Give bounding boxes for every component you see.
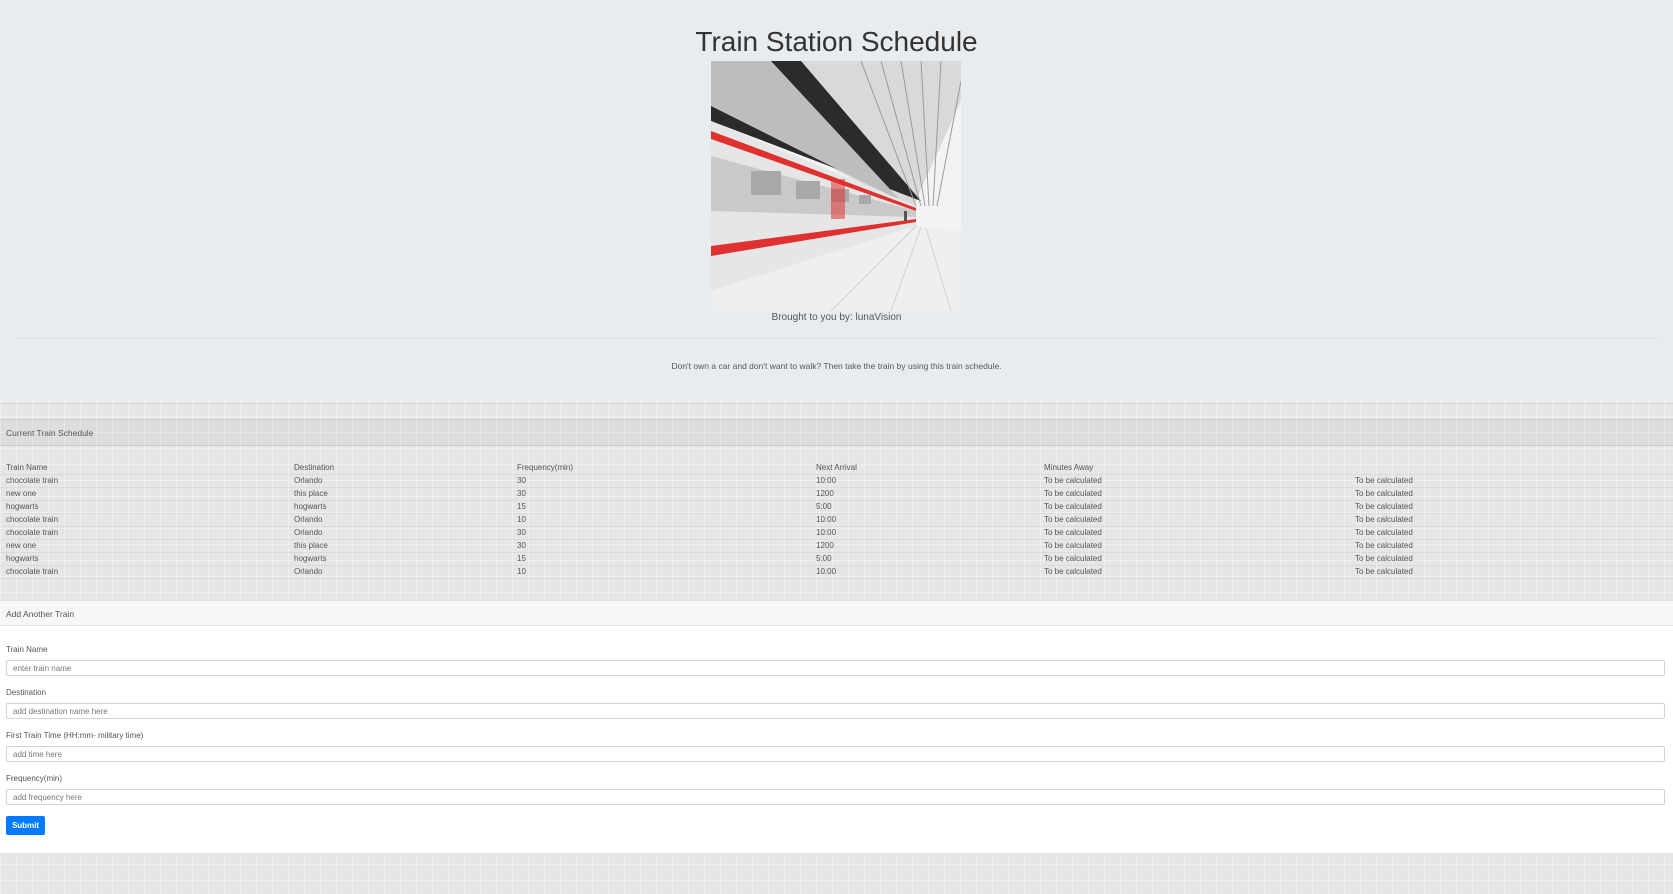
column-header: Minutes Away (1044, 463, 1094, 472)
table-cell: 10 (517, 567, 526, 576)
table-cell: 10:00 (816, 476, 837, 485)
table-row: hogwarts hogwarts 15 5:00 To be calculat… (0, 553, 1673, 566)
jumbotron: Train Station Schedule Brought to you by… (0, 0, 1673, 404)
table-cell: new one (6, 489, 37, 498)
table-row: hogwarts hogwarts 15 5:00 To be calculat… (0, 501, 1673, 514)
train-name-input[interactable] (6, 660, 1665, 676)
table-cell: To be calculated (1355, 502, 1413, 511)
table-cell: Orlando (294, 567, 323, 576)
table-cell: 1200 (816, 541, 834, 550)
table-header-row: Train Name Destination Frequency(min) Ne… (0, 462, 1673, 475)
frequency-input[interactable] (6, 789, 1665, 805)
table-cell: chocolate train (6, 515, 59, 524)
table-cell: 10:00 (816, 528, 837, 537)
table-cell: new one (6, 541, 37, 550)
table-cell: 1200 (816, 489, 834, 498)
table-cell: To be calculated (1044, 502, 1102, 511)
first-train-time-label: First Train Time (HH:mm- military time) (6, 731, 144, 740)
column-header: Next Arrival (816, 463, 857, 472)
table-cell: 30 (517, 528, 526, 537)
train-photo-graphic (711, 61, 961, 311)
column-header: Destination (294, 463, 335, 472)
credit-text: Brought to you by: lunaVision (771, 312, 902, 323)
column-header: Frequency(min) (517, 463, 574, 472)
table-cell: hogwarts (6, 554, 39, 563)
add-train-card: Add Another Train Train Name Destination… (0, 600, 1673, 854)
table-cell: 15 (517, 554, 526, 563)
table-cell: 15 (517, 502, 526, 511)
table-cell: To be calculated (1044, 528, 1102, 537)
first-train-time-input[interactable] (6, 746, 1665, 762)
table-cell: 10:00 (816, 515, 837, 524)
table-cell: chocolate train (6, 528, 59, 537)
table-cell: To be calculated (1355, 567, 1413, 576)
destination-input[interactable] (6, 703, 1665, 719)
table-row: chocolate train Orlando 10 10:00 To be c… (0, 566, 1673, 579)
schedule-title: Current Train Schedule (6, 428, 94, 438)
table-cell: Orlando (294, 528, 323, 537)
table-cell: 10 (517, 515, 526, 524)
train-name-label: Train Name (6, 645, 48, 654)
table-cell: 30 (517, 476, 526, 485)
train-photo (711, 61, 961, 311)
table-cell: hogwarts (294, 502, 327, 511)
table-cell: To be calculated (1044, 476, 1102, 485)
table-cell: chocolate train (6, 476, 59, 485)
table-cell: 30 (517, 489, 526, 498)
table-cell: hogwarts (294, 554, 327, 563)
table-cell: hogwarts (6, 502, 39, 511)
table-cell: To be calculated (1355, 528, 1413, 537)
table-cell: this place (294, 489, 328, 498)
table-cell: To be calculated (1044, 541, 1102, 550)
add-train-card-header: Add Another Train (0, 601, 1673, 626)
table-row: chocolate train Orlando 10 10:00 To be c… (0, 514, 1673, 527)
table-cell: this place (294, 541, 328, 550)
column-header: Train Name (6, 463, 48, 472)
table-row: new one this place 30 1200 To be calcula… (0, 488, 1673, 501)
table-row: chocolate train Orlando 30 10:00 To be c… (0, 527, 1673, 540)
table-cell: To be calculated (1044, 554, 1102, 563)
table-cell: To be calculated (1355, 515, 1413, 524)
table-cell: 30 (517, 541, 526, 550)
table-cell: chocolate train (6, 567, 59, 576)
frequency-label: Frequency(min) (6, 774, 63, 783)
table-cell: To be calculated (1355, 554, 1413, 563)
table-cell: To be calculated (1044, 567, 1102, 576)
divider (14, 338, 1659, 339)
table-row: chocolate train Orlando 30 10:00 To be c… (0, 475, 1673, 488)
add-train-title: Add Another Train (6, 609, 75, 619)
lead-text: Don't own a car and don't want to walk? … (671, 360, 1002, 371)
table-row: new one this place 30 1200 To be calcula… (0, 540, 1673, 553)
submit-button[interactable]: Submit (6, 816, 45, 835)
table-cell: 5:00 (816, 502, 832, 511)
table-cell: To be calculated (1044, 515, 1102, 524)
destination-label: Destination (6, 688, 47, 697)
table-cell: To be calculated (1355, 476, 1413, 485)
table-cell: Orlando (294, 476, 323, 485)
table-cell: To be calculated (1355, 541, 1413, 550)
table-cell: 5:00 (816, 554, 832, 563)
schedule-table: Train Name Destination Frequency(min) Ne… (0, 462, 1673, 579)
table-cell: 10:00 (816, 567, 837, 576)
table-cell: Orlando (294, 515, 323, 524)
schedule-card-header: Current Train Schedule (0, 419, 1673, 446)
page-title: Train Station Schedule (695, 26, 978, 57)
table-cell: To be calculated (1044, 489, 1102, 498)
table-cell: To be calculated (1355, 489, 1413, 498)
